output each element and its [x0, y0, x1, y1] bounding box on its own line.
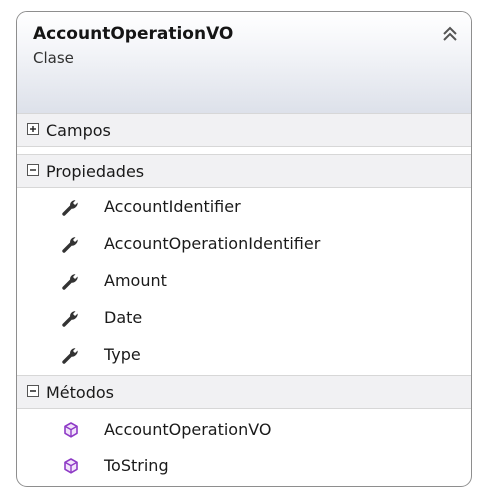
method-label: AccountOperationVO: [104, 420, 272, 439]
method-cube-icon: [64, 422, 78, 438]
method-item[interactable]: AccountOperationVO: [17, 412, 471, 449]
property-label: Amount: [104, 271, 167, 290]
method-item[interactable]: ToString: [17, 448, 471, 485]
property-item[interactable]: AccountIdentifier: [17, 189, 471, 226]
class-shape[interactable]: AccountOperationVO Clase Campos Propieda…: [16, 11, 472, 487]
wrench-icon: [62, 237, 78, 253]
class-kind: Clase: [33, 49, 74, 67]
section-fields-label: Campos: [46, 121, 111, 140]
property-label: Type: [104, 345, 141, 364]
section-methods[interactable]: Métodos: [17, 375, 471, 409]
minus-box-icon[interactable]: [27, 385, 39, 397]
wrench-icon: [62, 200, 78, 216]
minus-box-icon[interactable]: [27, 164, 39, 176]
section-properties[interactable]: Propiedades: [17, 154, 471, 188]
property-label: AccountIdentifier: [104, 197, 241, 216]
property-item[interactable]: AccountOperationIdentifier: [17, 226, 471, 263]
property-item[interactable]: Amount: [17, 263, 471, 300]
section-fields[interactable]: Campos: [17, 113, 471, 147]
property-item[interactable]: Date: [17, 300, 471, 337]
method-label: ToString: [104, 456, 169, 475]
section-methods-label: Métodos: [46, 383, 114, 402]
wrench-icon: [62, 311, 78, 327]
double-chevron-up-icon[interactable]: [439, 23, 461, 45]
property-label: Date: [104, 308, 143, 327]
section-properties-label: Propiedades: [46, 162, 145, 181]
class-header[interactable]: AccountOperationVO Clase: [17, 12, 471, 114]
method-cube-icon: [64, 458, 78, 474]
plus-box-icon[interactable]: [27, 123, 39, 135]
class-name: AccountOperationVO: [33, 24, 234, 44]
wrench-icon: [62, 348, 78, 364]
property-label: AccountOperationIdentifier: [104, 234, 321, 253]
property-item[interactable]: Type: [17, 337, 471, 374]
wrench-icon: [62, 274, 78, 290]
